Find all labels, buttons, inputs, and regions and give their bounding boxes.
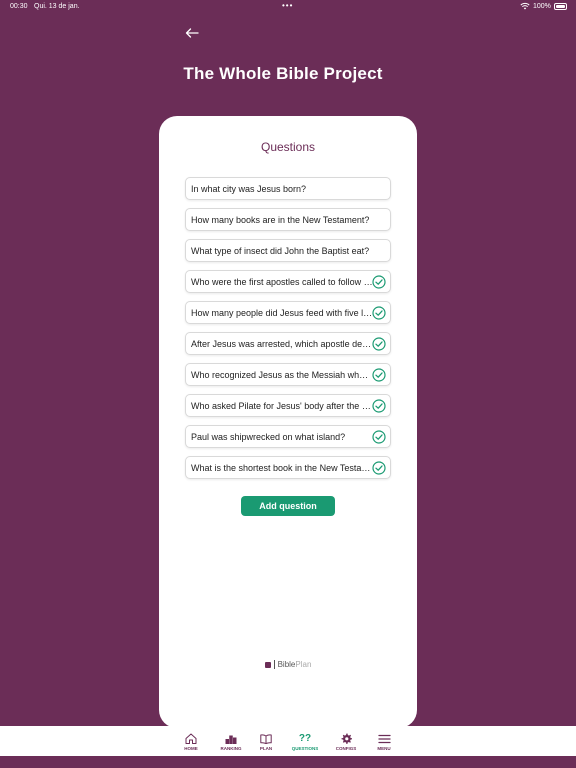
page-title: The Whole Bible Project [183, 64, 383, 83]
question-item[interactable]: How many people did Jesus feed with five… [185, 301, 391, 324]
nav-configs-label: CONFIGS [335, 746, 357, 751]
battery-icon [554, 3, 567, 10]
arrow-left-icon [185, 28, 199, 38]
question-text: In what city was Jesus born? [191, 184, 307, 194]
question-item[interactable]: What type of insect did John the Baptist… [185, 239, 391, 262]
question-text: How many books are in the New Testament? [191, 215, 370, 225]
question-item[interactable]: Paul was shipwrecked on what island? [185, 425, 391, 448]
question-item[interactable]: Who were the first apostles called to fo… [185, 270, 391, 293]
nav-home[interactable]: HOME [171, 726, 211, 756]
menu-icon [377, 734, 391, 744]
nav-plan-label: PLAN [259, 746, 273, 751]
check-circle-icon [372, 275, 386, 289]
back-button[interactable] [182, 24, 202, 42]
check-circle-icon [372, 337, 386, 351]
brand-suffix: Plan [295, 660, 312, 669]
question-list: In what city was Jesus born? How many boo… [185, 177, 391, 487]
nav-questions[interactable]: ?? QUESTIONS [285, 726, 325, 756]
question-text: How many people did Jesus feed with five… [191, 308, 373, 318]
check-circle-icon [372, 306, 386, 320]
brand-logo: BiblePlan [159, 660, 417, 669]
check-circle-icon [372, 430, 386, 444]
question-text: What is the shortest book in the New Tes… [191, 463, 373, 473]
nav-ranking-label: RANKING [220, 746, 242, 751]
status-bar: 00:30 Qui. 13 de jan. ••• 100% [0, 0, 576, 14]
home-icon [185, 733, 197, 744]
bottom-navigation: HOME RANKING PLAN ?? QUESTIONS CONFIGS M… [0, 721, 576, 756]
question-text: Who asked Pilate for Jesus' body after t… [191, 401, 373, 411]
book-icon [260, 734, 272, 744]
status-date: Qui. 13 de jan. [34, 3, 80, 10]
nav-ranking[interactable]: RANKING [211, 726, 251, 756]
brand-divider [273, 660, 275, 669]
question-item[interactable]: Who asked Pilate for Jesus' body after t… [185, 394, 391, 417]
gear-icon [341, 733, 352, 744]
home-indicator-area [0, 756, 576, 768]
question-item[interactable]: What is the shortest book in the New Tes… [185, 456, 391, 479]
question-marks-icon: ?? [298, 733, 312, 744]
questions-card: Questions In what city was Jesus born? Ho… [159, 116, 417, 728]
ranking-icon [225, 735, 237, 744]
question-item[interactable]: Who recognized Jesus as the Messiah when… [185, 363, 391, 386]
question-item[interactable]: How many books are in the New Testament? [185, 208, 391, 231]
check-circle-icon [372, 399, 386, 413]
question-text: Who were the first apostles called to fo… [191, 277, 373, 287]
nav-configs[interactable]: CONFIGS [326, 726, 366, 756]
brand-square-icon [264, 661, 271, 668]
brand-name: Bible [277, 660, 296, 669]
nav-menu-label: MENU [377, 746, 391, 751]
question-text: Who recognized Jesus as the Messiah when… [191, 370, 373, 380]
check-circle-icon [372, 461, 386, 475]
question-item[interactable]: In what city was Jesus born? [185, 177, 391, 200]
question-text: Paul was shipwrecked on what island? [191, 432, 346, 442]
multitasking-dots[interactable]: ••• [282, 1, 293, 10]
add-question-button[interactable]: Add question [241, 496, 335, 516]
nav-plan[interactable]: PLAN [246, 726, 286, 756]
nav-questions-label: QUESTIONS [291, 746, 319, 751]
status-time: 00:30 [10, 3, 28, 10]
question-item[interactable]: After Jesus was arrested, which apostle … [185, 332, 391, 355]
battery-percentage: 100% [533, 3, 551, 10]
nav-home-label: HOME [184, 746, 198, 751]
nav-menu[interactable]: MENU [364, 726, 404, 756]
wifi-icon [520, 2, 530, 12]
question-text: After Jesus was arrested, which apostle … [191, 339, 373, 349]
card-title: Questions [260, 140, 316, 154]
question-text: What type of insect did John the Baptist… [191, 246, 370, 256]
check-circle-icon [372, 368, 386, 382]
